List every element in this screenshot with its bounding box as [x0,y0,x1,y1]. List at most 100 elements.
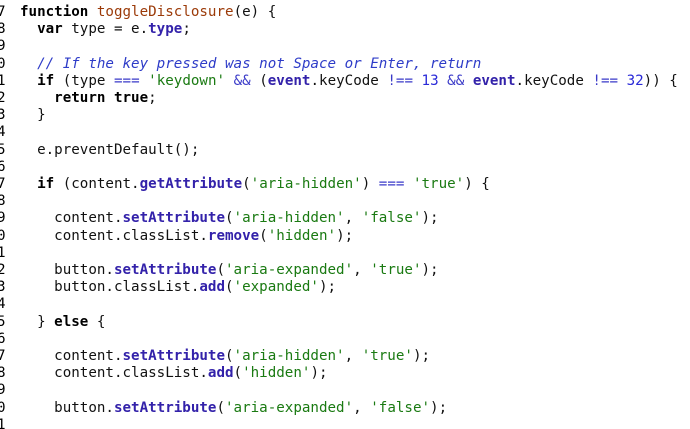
code-text: button.classList.add('expanded'); [20,279,336,296]
code-line[interactable]: 3 } [0,107,690,124]
code-token: } [20,313,55,330]
code-line[interactable]: 7 function toggleDisclosure(e) { [0,4,690,21]
line-number: 7 [0,4,6,20]
line-number: 7 [0,348,6,364]
line-number: 4 [0,124,6,141]
line-number: 1 [0,244,6,261]
code-token: ( [216,399,226,416]
code-token: setAttribute [122,348,226,364]
line-number: 4 [0,296,6,313]
code-line[interactable]: 4 [0,296,690,313]
code-token: type = e. [62,21,149,38]
code-token: ); [421,210,439,227]
code-token: ); [421,262,439,278]
code-line[interactable]: 7 if (content.getAttribute('aria-hidden'… [0,176,690,193]
code-token: ( [250,72,268,89]
code-token: function [20,4,89,20]
code-token: ( [233,365,243,382]
code-token: e.preventDefault(); [20,141,200,158]
code-token: ); [336,227,354,244]
code-line[interactable]: 8 var type = e.type; [0,21,690,38]
line-number: 7 [0,176,6,192]
code-line[interactable]: 9 [0,382,690,399]
line-number: 5 [0,313,6,330]
code-token: 'true' [361,348,413,364]
code-token: setAttribute [122,210,226,227]
code-line[interactable]: 9 [0,38,690,55]
code-token: , [353,262,371,278]
code-line[interactable]: 1 [0,417,690,429]
code-token: ; [148,90,157,106]
line-number: 1 [0,416,6,429]
code-line[interactable]: 5 } else { [0,314,690,331]
code-token: 'aria-expanded' [225,399,354,416]
code-line[interactable]: 0 // If the key pressed was not Space or… [0,56,690,73]
code-line[interactable]: 2 return true; [0,90,690,107]
code-token: ); [318,279,337,296]
line-number: 2 [0,90,6,106]
code-token: toggleDisclosure [96,4,234,20]
code-text: return true; [20,90,157,107]
code-token: (content. [54,176,140,192]
code-token: 'false' [361,210,422,227]
code-text: content.classList.remove('hidden'); [20,228,353,245]
code-line[interactable]: 7 content.setAttribute('aria-hidden', 't… [0,348,690,365]
code-text: if (type === 'keydown' && (event.keyCode… [20,73,678,90]
code-token: === [378,176,405,192]
code-editor[interactable]: 7 function toggleDisclosure(e) {8 var typ… [0,0,690,429]
code-token: content. [20,210,123,227]
code-token: event [267,72,311,89]
code-line[interactable]: 3 button.classList.add('expanded'); [0,279,690,296]
line-number: 1 [0,72,6,89]
code-token: , [353,399,371,416]
line-number: 3 [0,107,6,124]
line-number: 8 [0,365,6,382]
code-token: if [37,176,55,192]
code-token: && [233,72,251,89]
code-token: var [37,21,63,38]
code-token: ); [412,348,431,364]
code-token: ); [430,399,448,416]
code-text: if (content.getAttribute('aria-hidden') … [20,176,490,193]
code-token: return [54,90,106,106]
code-token: 'hidden' [242,365,311,382]
code-token: if [37,72,55,89]
code-line[interactable]: 0 content.classList.remove('hidden'); [0,228,690,245]
code-token: ; [182,21,191,38]
code-text: var type = e.type; [20,21,191,38]
line-number: 2 [0,262,6,278]
code-token: add [199,279,225,296]
code-text: function toggleDisclosure(e) { [20,4,276,21]
line-number: 0 [0,55,6,72]
code-line[interactable]: 8 [0,193,690,210]
code-token: else [54,313,89,330]
code-token: button. [20,262,114,278]
code-line[interactable]: 0 button.setAttribute('aria-expanded', '… [0,400,690,417]
code-line[interactable]: 6 [0,159,690,176]
code-token: .keyCode [515,72,593,89]
code-line[interactable]: 5 e.preventDefault(); [0,142,690,159]
code-line[interactable]: 9 content.setAttribute('aria-hidden', 'f… [0,210,690,227]
code-line[interactable]: 1 [0,245,690,262]
code-line[interactable]: 6 [0,331,690,348]
code-line[interactable]: 1 if (type === 'keydown' && (event.keyCo… [0,73,690,90]
code-token: ( [242,176,251,192]
code-line[interactable]: 4 [0,124,690,141]
code-token: setAttribute [113,262,217,278]
code-line[interactable]: 2 button.setAttribute('aria-expanded', '… [0,262,690,279]
code-token: ( [259,227,268,244]
code-text: } else { [20,314,105,331]
code-token: .keyCode [310,72,388,89]
code-token: 'expanded' [233,279,319,296]
code-token: content.classList. [20,365,208,382]
code-line[interactable]: 8 content.classList.add('hidden'); [0,365,690,382]
